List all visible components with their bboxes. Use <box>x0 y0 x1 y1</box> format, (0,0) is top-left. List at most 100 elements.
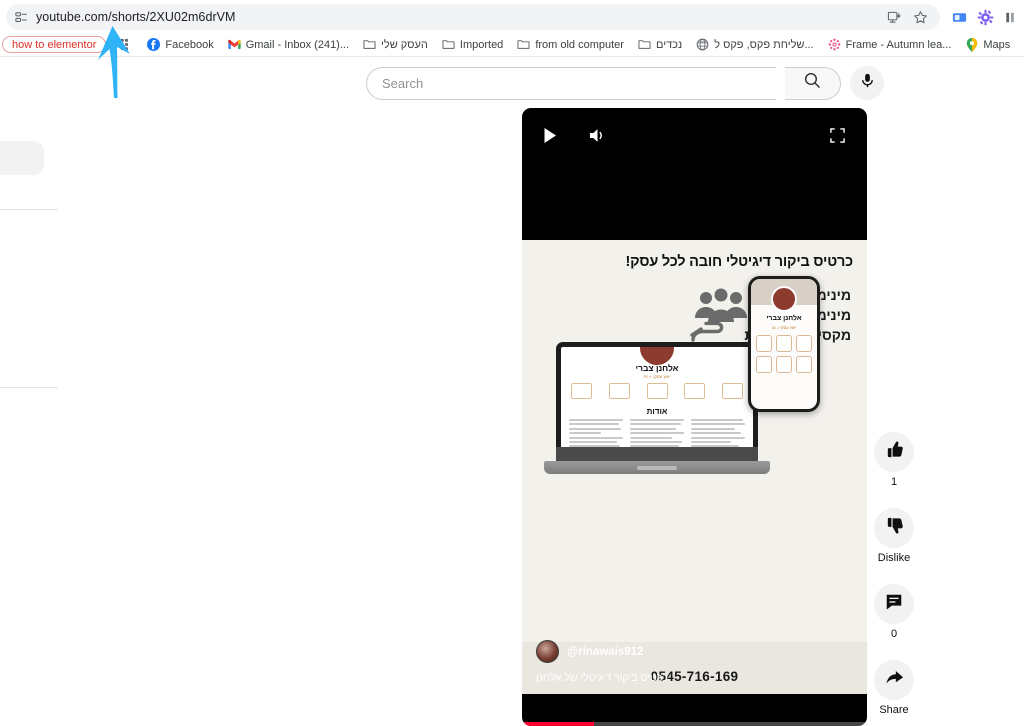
url-text[interactable]: youtube.com/shorts/2XU02m6drVM <box>36 10 882 24</box>
about-col <box>691 419 745 449</box>
voice-search-button[interactable] <box>850 66 884 100</box>
laptop-mockup: אלחנן צברי יועץ עסקי ו- AI אודות <box>544 342 770 474</box>
search-input[interactable]: Search <box>366 66 776 100</box>
phone-avatar <box>771 286 797 312</box>
bookmark-how-to-elementor[interactable]: how to elementor <box>2 36 107 53</box>
laptop-trackpad-notch <box>637 466 677 470</box>
youtube-sidebar: be IL ns s sson - ןו... ials ש"י <box>0 57 58 726</box>
share-button[interactable]: Share <box>874 660 914 716</box>
share-arrow-icon <box>884 667 905 693</box>
extension-tray <box>948 4 1022 30</box>
video-description: כרטיס ביקור דיגיטלי של אלחנן <box>536 672 668 684</box>
phone-person-name: אלחנן צברי <box>766 315 802 322</box>
frame-icon <box>828 38 841 51</box>
bookmark-folder-imported[interactable]: Imported <box>435 35 510 55</box>
fullscreen-button[interactable] <box>830 128 845 148</box>
omnibox-row: youtube.com/shorts/2XU02m6drVM <box>0 0 1024 33</box>
bookmark-label: Frame - Autumn lea... <box>845 38 952 51</box>
bookmark-fax-service[interactable]: שליחת פקס, פקס ל... <box>689 35 820 55</box>
folder-icon <box>363 38 376 51</box>
phone-person-role: יועץ עסקי ו- AI <box>771 325 797 330</box>
search-placeholder: Search <box>382 75 424 91</box>
bookmark-gmail[interactable]: Gmail - Inbox (241)... <box>221 35 356 55</box>
globe-icon <box>696 38 709 51</box>
thumbs-down-icon <box>884 515 905 541</box>
install-app-icon[interactable] <box>882 5 906 29</box>
search-area: Search <box>366 66 884 100</box>
dislike-button[interactable]: Dislike <box>874 508 914 564</box>
channel-avatar[interactable] <box>536 640 559 663</box>
comment-count: 0 <box>890 628 898 640</box>
bookmark-folder-from-old-computer[interactable]: from old computer <box>510 35 631 55</box>
share-label: Share <box>879 704 909 716</box>
phone-action-cell <box>776 356 792 373</box>
shorts-stage: כרטיס ביקור דיגיטלי חובה לכל עסק! מינימו… <box>522 108 867 726</box>
bookmark-label: from old computer <box>535 38 624 51</box>
browser-chrome: youtube.com/shorts/2XU02m6drVM how to el… <box>0 0 1024 57</box>
laptop-action-cell <box>646 383 668 399</box>
bookmark-facebook[interactable]: Facebook <box>140 35 220 55</box>
volume-button[interactable] <box>588 127 607 149</box>
bookmark-label: נכדים <box>655 38 683 51</box>
laptop-action-cell <box>571 383 592 399</box>
creative-headline: כרטיס ביקור דיגיטלי חובה לכל עסק! <box>625 254 854 270</box>
phone-action-cell <box>756 335 772 352</box>
omnibox-actions <box>882 5 940 29</box>
search-icon <box>803 71 822 95</box>
folder-icon <box>442 38 455 51</box>
bookmark-label: שליחת פקס, פקס ל... <box>714 38 814 51</box>
comments-button-circle[interactable] <box>874 584 914 624</box>
extension-partial-icon[interactable] <box>1000 6 1022 28</box>
sidebar-divider <box>0 387 58 388</box>
like-button[interactable]: 1 <box>874 432 914 488</box>
address-bar[interactable]: youtube.com/shorts/2XU02m6drVM <box>6 4 940 30</box>
laptop-action-icons <box>571 383 743 399</box>
share-button-circle[interactable] <box>874 660 914 700</box>
gmail-icon <box>228 38 241 51</box>
laptop-person-name: אלחנן צברי <box>635 363 679 373</box>
sidebar-selected-highlight[interactable] <box>0 141 44 175</box>
phone-action-cell <box>796 335 812 352</box>
phone-action-cell <box>776 335 792 352</box>
channel-overlay: @rinawais912 כרטיס ביקור דיגיטלי של אלחנ… <box>536 640 668 684</box>
comments-button[interactable]: 0 <box>874 584 914 640</box>
sidebar-divider <box>0 209 58 210</box>
dislike-button-circle[interactable] <box>874 508 914 548</box>
phone-action-cell <box>796 356 812 373</box>
like-button-circle[interactable] <box>874 432 914 472</box>
bookmark-folder-my-business[interactable]: העסק שלי <box>356 35 435 55</box>
bookmark-label: Imported <box>459 38 504 51</box>
folder-icon <box>638 38 651 51</box>
bookmark-star-icon[interactable] <box>908 5 932 29</box>
bookmark-maps[interactable]: Maps <box>958 35 1017 55</box>
bookmark-apps-grid[interactable] <box>112 35 140 55</box>
channel-handle[interactable]: @rinawais912 <box>567 646 643 658</box>
shorts-player[interactable]: כרטיס ביקור דיגיטלי חובה לכל עסק! מינימו… <box>522 108 867 726</box>
people-in-hand-icon <box>690 288 752 348</box>
search-button[interactable] <box>785 66 841 100</box>
page-permissions-icon[interactable] <box>6 4 36 30</box>
laptop-action-cell <box>684 383 706 399</box>
bookmark-label: העסק שלי <box>381 38 428 51</box>
laptop-screen: אלחנן צברי יועץ עסקי ו- AI אודות <box>561 347 753 449</box>
bookmarks-bar: how to elementor Facebook Gmail - Inbox … <box>0 33 1024 57</box>
channel-row[interactable]: @rinawais912 <box>536 640 668 663</box>
bookmark-folder-grandchildren[interactable]: נכדים <box>631 35 689 55</box>
maps-pin-icon <box>965 37 978 52</box>
bookmark-transformers[interactable]: Transformers Chara... <box>1017 35 1024 55</box>
bookmark-label: Maps <box>983 38 1011 51</box>
extension-gear-icon[interactable] <box>974 6 996 28</box>
extension-blue-icon[interactable] <box>948 6 970 28</box>
comment-icon <box>884 592 904 617</box>
apps-grid-icon <box>119 38 133 52</box>
laptop-base <box>544 461 770 474</box>
thumbs-up-icon <box>884 439 905 465</box>
laptop-about-text <box>569 419 745 449</box>
bookmark-label: Facebook <box>165 38 214 51</box>
play-icon <box>543 127 558 149</box>
progress-bar[interactable] <box>522 722 867 726</box>
bookmark-frame-autumn[interactable]: Frame - Autumn lea... <box>821 35 959 55</box>
play-button[interactable] <box>543 127 558 149</box>
youtube-masthead: Search <box>0 57 1024 109</box>
phone-screen: אלחנן צברי יועץ עסקי ו- AI <box>751 279 817 409</box>
